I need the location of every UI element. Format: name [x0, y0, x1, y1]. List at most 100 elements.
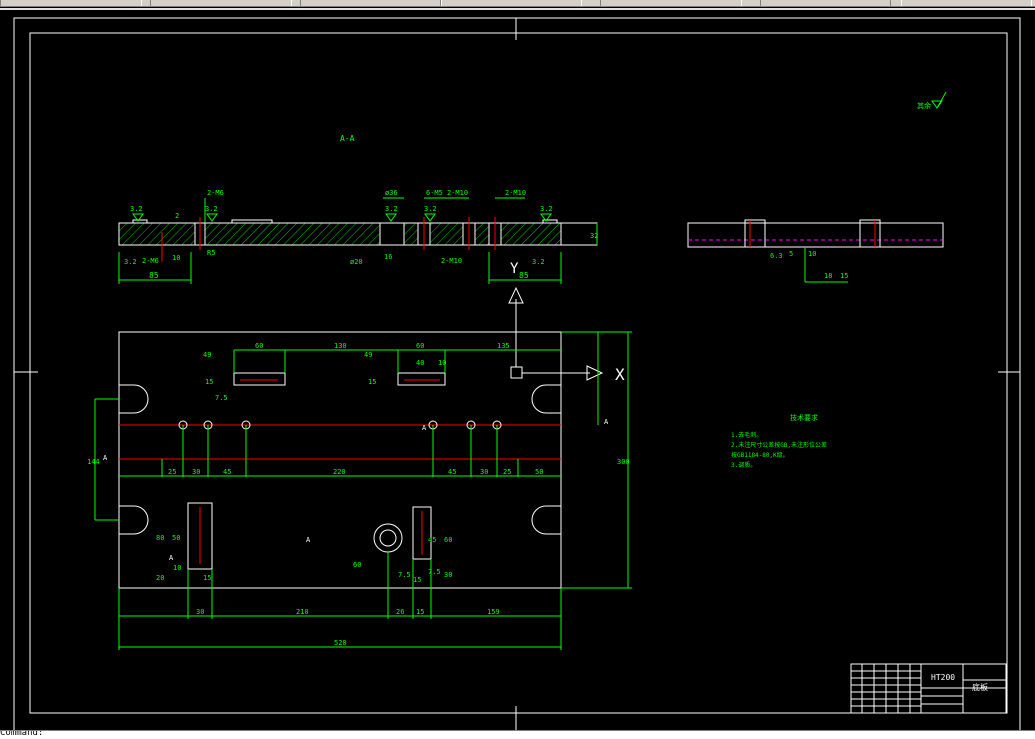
dimension-label: 15 — [413, 576, 421, 584]
dimension-label: 3.2 — [124, 258, 137, 266]
dimension-label: 49 — [203, 351, 211, 359]
toolbar-segment[interactable] — [150, 0, 292, 6]
dimension-label: A — [306, 536, 311, 544]
dimension-label: 10 — [438, 359, 446, 367]
drawing-rect — [687, 222, 944, 248]
dimension-label: 1.去毛刺。 — [731, 431, 762, 439]
title-block: HT200 底板 — [850, 663, 1007, 714]
dimension-label: 45 — [223, 468, 231, 476]
drawing-path — [119, 505, 149, 535]
drawing-viewport[interactable]: 其余 A-A 85 85 32 R5 10 16 2 ø20 2-M6 2-M6… — [0, 8, 1035, 733]
plan-total-width: 520 — [334, 639, 347, 647]
side-view: 6.3 5 10 18 15 — [687, 219, 944, 283]
dimension-label: A — [604, 418, 609, 426]
dimension-label: 2 — [175, 212, 179, 220]
dimension-label: 7.5 — [215, 394, 228, 402]
dimension-label: 30 — [444, 571, 452, 579]
dimension-label: 45 — [428, 536, 436, 544]
dimension-label: 20 — [156, 574, 164, 582]
dimension-label: 144 — [87, 458, 100, 466]
dimension-label: 2-M10 — [441, 257, 462, 265]
drawing-rect — [859, 219, 881, 248]
tech-requirements: 技术要求 1.去毛刺。 2.未注尺寸公差按GB,未注形位公差 按GB1184-8… — [731, 413, 827, 469]
toolbar-segment[interactable] — [890, 0, 1032, 6]
dimension-label: 15 — [203, 574, 211, 582]
dimension-label: 26 — [396, 608, 404, 616]
toolbar-segment[interactable] — [600, 0, 742, 6]
dimension-label: 210 — [296, 608, 309, 616]
dimension-label: 80 — [156, 534, 164, 542]
dimension-label: 50 — [535, 468, 543, 476]
material-label: HT200 — [931, 673, 955, 682]
drawing-rect — [231, 219, 273, 224]
dimension-label: 15 — [368, 378, 376, 386]
dimension-label: 220 — [333, 468, 346, 476]
dimension-label: 60 — [444, 536, 452, 544]
dimension-label: 85 — [149, 271, 159, 280]
dimension-label: 2-M6 — [142, 257, 159, 265]
dimension-label: 60 — [416, 342, 424, 350]
dimension-label: 60 — [255, 342, 263, 350]
dimension-label: 135 — [497, 342, 510, 350]
toolbar-segment[interactable] — [760, 0, 902, 6]
drawing-rect — [118, 331, 562, 589]
drawing-circle — [379, 529, 397, 547]
dimension-label: 159 — [487, 608, 500, 616]
dimension-label: A — [103, 454, 108, 462]
dimension-label: 10 — [808, 250, 816, 258]
dimension-label: 按GB1184-80,K级。 — [731, 451, 789, 459]
dimension-label: 32 — [590, 232, 598, 240]
toolbar-segment[interactable] — [440, 0, 582, 6]
dimension-label: 30 — [196, 608, 204, 616]
dimension-label: 25 — [168, 468, 176, 476]
dimension-label: 50 — [172, 534, 180, 542]
dimension-label: 15 — [416, 608, 424, 616]
corner-roughness-label: 其余 — [917, 101, 931, 110]
ucs-icon: X — [508, 286, 625, 384]
dimension-label: 7.5 — [398, 571, 411, 579]
drawing-rect — [744, 219, 766, 248]
dimension-label: 7.5 — [428, 568, 441, 576]
command-prompt: Command: — [0, 730, 44, 738]
section-view: 85 85 32 R5 10 16 2 ø20 2-M6 2-M6 ø36 6-… — [118, 189, 598, 284]
tech-req-title: 技术要求 — [790, 413, 818, 422]
dimension-label: 30 — [480, 468, 488, 476]
dimension-label: 30 — [192, 468, 200, 476]
drawing-rect — [132, 219, 148, 224]
dimension-label: 40 — [416, 359, 424, 367]
inner-frame — [29, 32, 1008, 714]
drawing-path — [206, 213, 218, 222]
dimension-label: 15 — [205, 378, 213, 386]
dimension-label: 60 — [353, 561, 361, 569]
plan-view: 60 130 60 135 40 10 49 49 15 15 7.5 25 3… — [87, 331, 632, 650]
drawing-rect — [379, 222, 405, 246]
dimension-label: ø36 — [385, 189, 398, 197]
drawing-circle — [373, 523, 403, 553]
outer-frame — [13, 17, 1021, 733]
dimension-label: 3.2 — [205, 205, 218, 213]
drawing-path — [531, 384, 561, 414]
dimension-label: 6-M5 — [426, 189, 443, 197]
axis-y-label: Y — [510, 261, 519, 277]
dimension-label: 3.2 — [540, 205, 553, 213]
dimension-label: 2.未注尺寸公差按GB,未注形位公差 — [731, 441, 827, 449]
dimension-label: 18 — [824, 272, 832, 280]
toolbar-segment[interactable] — [300, 0, 442, 6]
drawing-path — [119, 384, 149, 414]
dimension-label: 5 — [789, 250, 793, 258]
dimension-label: 3.2 — [385, 205, 398, 213]
dimension-label: 3.2 — [130, 205, 143, 213]
dimension-label: 10 — [173, 564, 181, 572]
dimension-label: 16 — [384, 253, 392, 261]
drawing-rect — [397, 372, 446, 386]
drawing-rect — [233, 372, 286, 386]
dimension-label: 2-M6 — [207, 189, 224, 197]
dimension-label: 2-M10 — [447, 189, 468, 197]
dimension-label: 45 — [448, 468, 456, 476]
toolbar-strip — [0, 0, 1035, 7]
dimension-label: 85 — [519, 271, 529, 280]
dimension-label: 3.调质。 — [731, 461, 756, 469]
dimension-label: 3.2 — [424, 205, 437, 213]
drawing-path — [385, 213, 397, 222]
toolbar-segment[interactable] — [0, 0, 142, 6]
